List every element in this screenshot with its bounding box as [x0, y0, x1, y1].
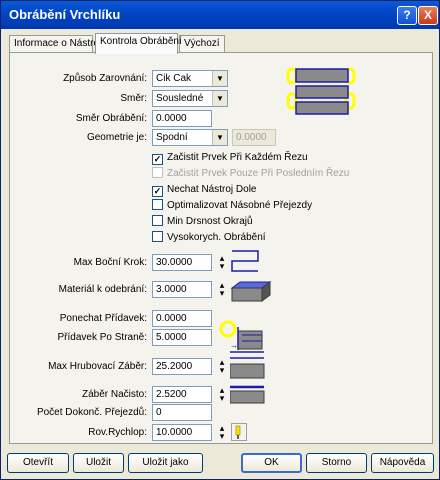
- help-title-button[interactable]: ?: [397, 6, 417, 25]
- tab-tool-info[interactable]: Informace o Nástroji: [9, 35, 103, 53]
- alignment-select[interactable]: Cik Cak ▼: [152, 70, 228, 87]
- title-bar[interactable]: Obrábění Vrchlíku ? X: [1, 1, 439, 29]
- checkbox-box: ✓: [152, 154, 163, 165]
- material-removal-spinner[interactable]: ▴ ▾: [216, 281, 228, 298]
- geometry-value: Spodní: [156, 132, 188, 143]
- finish-depth-input[interactable]: [152, 386, 212, 403]
- checkbox-box: ✓: [152, 186, 163, 197]
- max-stepover-label: Max Boční Krok:: [73, 257, 147, 268]
- max-rough-depth-spinner[interactable]: ▴ ▾: [216, 358, 228, 375]
- checkbox-box: [152, 199, 163, 210]
- ok-button[interactable]: OK: [241, 453, 302, 473]
- leave-stock-label: Ponechat Přídavek:: [59, 313, 147, 324]
- direction-select[interactable]: Sousledné ▼: [152, 90, 228, 107]
- material-removal-input[interactable]: [152, 281, 212, 298]
- window-title: Obrábění Vrchlíku: [9, 7, 121, 22]
- help-button[interactable]: Nápověda: [371, 453, 434, 473]
- checkbox-box: [152, 231, 163, 242]
- save-as-button[interactable]: Uložit jako: [128, 453, 203, 473]
- material-block-icon: [230, 281, 272, 302]
- max-stepover-spinner[interactable]: ▴ ▾: [216, 254, 228, 271]
- alignment-label: Způsob Zarovnání:: [63, 73, 147, 84]
- side-stock-label: Přídavek Po Straně:: [57, 332, 148, 343]
- checkbox-box: [152, 167, 163, 178]
- leave-stock-input[interactable]: [152, 310, 212, 327]
- finish-passes-label: Počet Dokonč. Přejezdů:: [36, 407, 147, 418]
- geometry-select[interactable]: Spodní ▼: [152, 129, 228, 146]
- rapid-tool-icon: [231, 423, 247, 441]
- open-button[interactable]: Otevřít: [7, 453, 69, 473]
- cleanup-last-pass-checkbox: Začistit Prvek Pouze Při Posledním Řezu: [152, 167, 349, 181]
- checkbox-box: [152, 215, 163, 226]
- save-button[interactable]: Uložit: [73, 453, 124, 473]
- machining-direction-label: Směr Obrábění:: [75, 113, 147, 124]
- cleanup-each-pass-checkbox[interactable]: ✓ Začistit Prvek Při Každém Řezu: [152, 151, 308, 165]
- max-rough-depth-input[interactable]: [152, 358, 212, 375]
- chevron-down-icon: ▼: [212, 71, 227, 86]
- tab-defaults[interactable]: Výchozí: [179, 35, 225, 53]
- high-speed-machining-checkbox[interactable]: Vysokorych. Obrábění: [152, 231, 266, 245]
- rapid-plane-label: Rov.Rychlop:: [88, 427, 147, 438]
- finish-passes-input[interactable]: [152, 404, 212, 421]
- material-removal-label: Materiál k odebrání:: [58, 284, 147, 295]
- chevron-down-icon: ▼: [212, 130, 227, 145]
- machining-direction-input[interactable]: [152, 110, 212, 127]
- direction-label: Směr:: [120, 93, 147, 104]
- close-button[interactable]: X: [418, 6, 438, 25]
- geometry-offset-input: [232, 129, 276, 146]
- optimize-passes-checkbox[interactable]: Optimalizovat Násobné Přejezdy: [152, 199, 312, 213]
- keep-tool-down-checkbox[interactable]: ✓ Nechat Nástroj Dole: [152, 183, 256, 197]
- max-stepover-input[interactable]: [152, 254, 212, 271]
- chevron-down-icon: ▼: [212, 91, 227, 106]
- cancel-button[interactable]: Storno: [306, 453, 367, 473]
- side-stock-diagram-icon: →: [219, 320, 263, 350]
- side-stock-input[interactable]: [152, 329, 212, 346]
- finish-depth-label: Záběr Načisto:: [81, 389, 147, 400]
- min-edge-roughness-checkbox[interactable]: Min Drsnost Okrajů: [152, 215, 253, 229]
- tab-machining-control[interactable]: Kontrola Obrábění: [95, 33, 182, 54]
- rapid-plane-input[interactable]: [152, 424, 212, 441]
- rapid-plane-spinner[interactable]: ▴ ▾: [216, 424, 228, 441]
- alignment-value: Cik Cak: [156, 73, 192, 84]
- stepover-diagram-icon: [231, 250, 259, 272]
- max-rough-depth-label: Max Hrubovací Záběr:: [48, 361, 147, 372]
- rough-depth-diagram-icon: [230, 351, 265, 379]
- geometry-label: Geometrie je:: [86, 132, 147, 143]
- dialog-window: Obrábění Vrchlíku ? X Informace o Nástro…: [0, 0, 440, 480]
- finish-depth-diagram-icon: [230, 385, 265, 404]
- zigzag-pattern-icon: [286, 67, 356, 115]
- svg-text:→: →: [230, 341, 238, 350]
- direction-value: Sousledné: [156, 93, 204, 104]
- finish-depth-spinner[interactable]: ▴ ▾: [216, 386, 228, 403]
